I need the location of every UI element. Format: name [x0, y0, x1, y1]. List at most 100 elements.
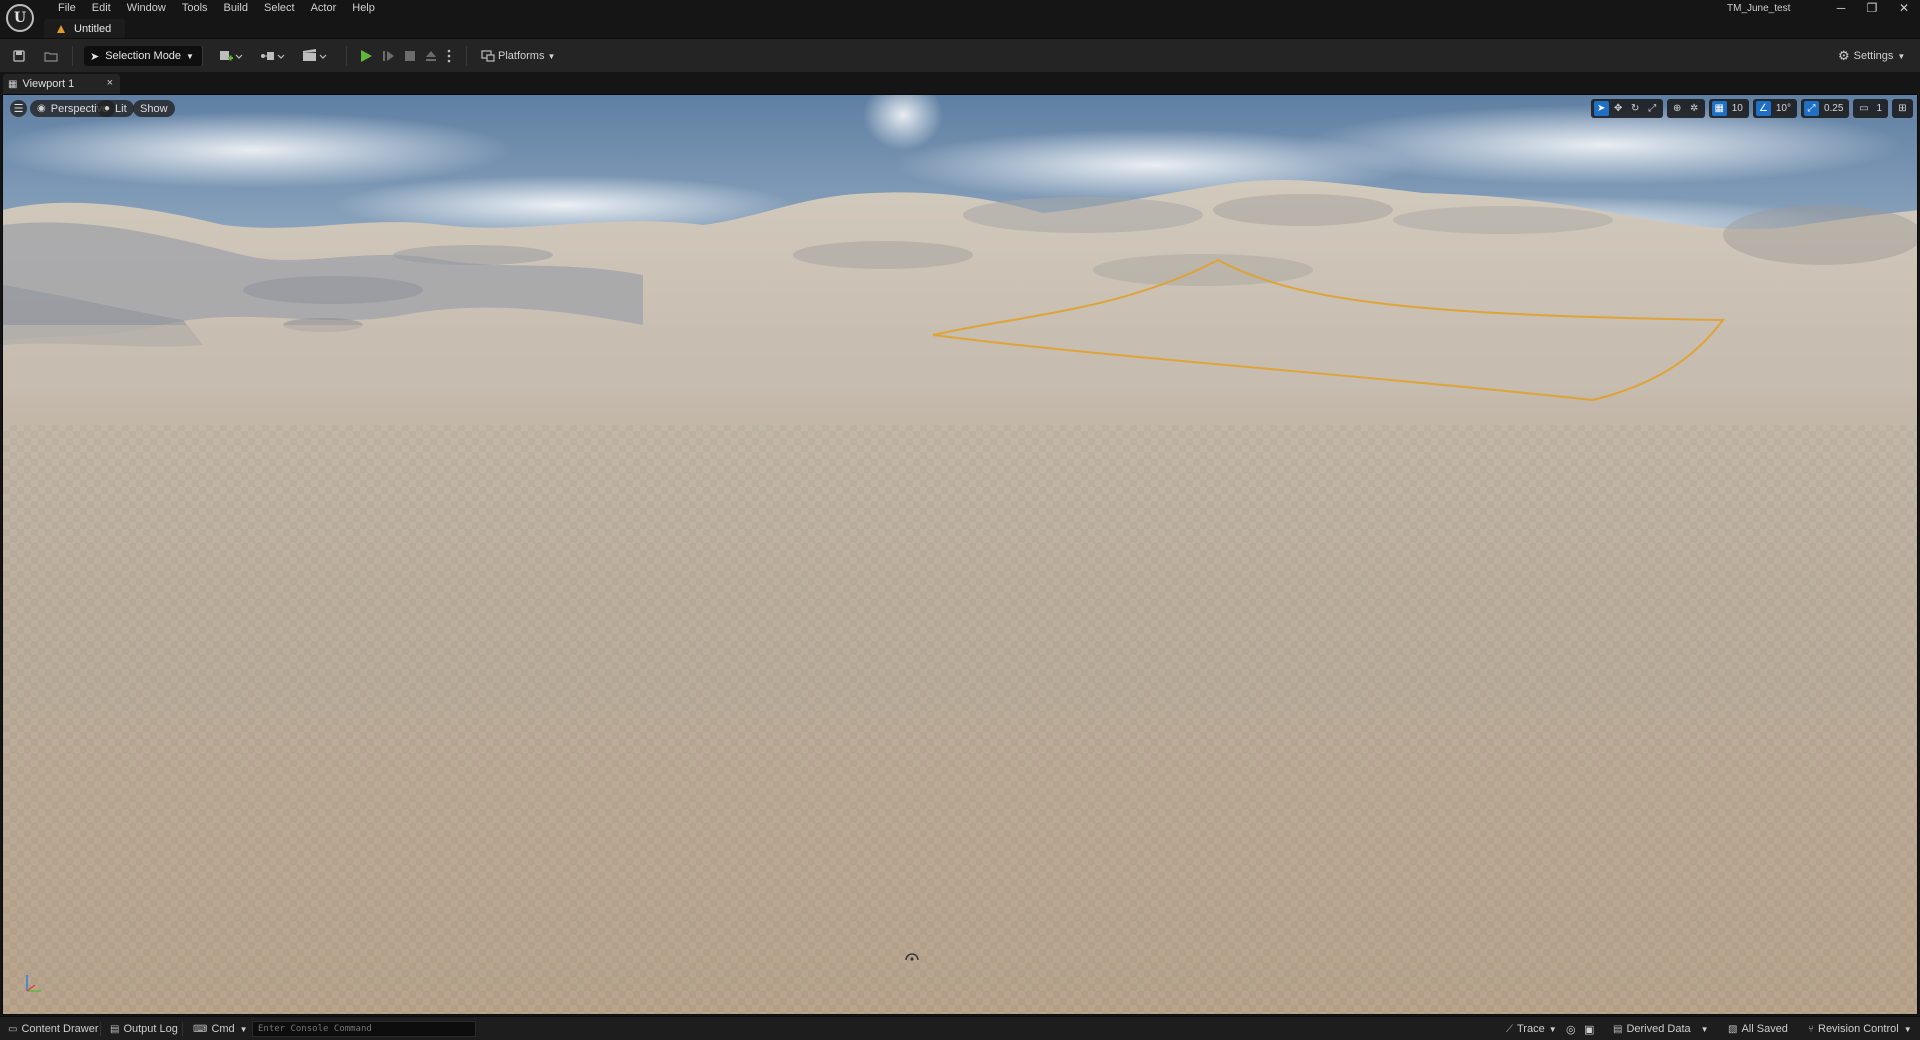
content-drawer-button[interactable]: ▭ Content Drawer	[8, 1021, 99, 1037]
settings-dropdown[interactable]: ⚙ Settings ▼	[1838, 47, 1905, 65]
selection-mode-dropdown[interactable]: ➤ Selection Mode ▼	[84, 46, 202, 66]
revision-control-dropdown[interactable]: ⑂ Revision Control ▼	[1808, 1021, 1912, 1037]
lit-sphere-icon: ●	[104, 103, 111, 114]
gear-icon: ⚙	[1838, 48, 1850, 63]
grid-snap-icon[interactable]: ▦	[1711, 101, 1727, 116]
menu-select[interactable]: Select	[256, 1, 303, 15]
record-icon[interactable]: ◎	[1566, 1021, 1576, 1037]
content-drawer-label: Content Drawer	[21, 1023, 99, 1035]
minimize-button[interactable]: ─	[1828, 1, 1854, 15]
level-viewport[interactable]: ☰ ◉ Perspective ● Lit Show ➤ ✥ ↻ ⤢ ⊕ ✲ ▦…	[2, 94, 1918, 1015]
rotation-snap-value[interactable]: 10°	[1773, 103, 1794, 114]
world-space-icon[interactable]: ⊕	[1670, 101, 1685, 116]
hamburger-icon: ☰	[13, 103, 24, 115]
camera-speed-group: ▭ 1	[1853, 99, 1888, 118]
log-icon: ▤	[110, 1023, 120, 1035]
transform-tools-group: ➤ ✥ ↻ ⤢	[1590, 99, 1663, 118]
save-status[interactable]: ▧ All Saved	[1728, 1021, 1788, 1037]
cinematics-icon[interactable]	[300, 47, 330, 65]
menu-tools[interactable]: Tools	[174, 1, 216, 15]
trace-icon: ⟋	[1506, 1023, 1513, 1035]
platforms-icon	[481, 50, 495, 62]
output-log-button[interactable]: ▤ Output Log	[110, 1021, 178, 1037]
target-icon: ◎	[1566, 1023, 1576, 1036]
scale-tool-icon[interactable]: ⤢	[1645, 101, 1660, 116]
save-icon[interactable]	[10, 47, 28, 65]
project-name: TM_June_test	[1727, 3, 1791, 14]
selection-mode-label: Selection Mode	[105, 50, 182, 62]
cursor-icon: ➤	[90, 50, 100, 63]
saved-icon: ▧	[1728, 1023, 1738, 1035]
camera-icon: ▣	[1584, 1023, 1595, 1036]
lighting-mode-label: Lit	[115, 102, 127, 115]
viewport-tab-label: Viewport 1	[22, 78, 75, 90]
rotate-tool-icon[interactable]: ↻	[1628, 101, 1643, 116]
level-icon	[57, 24, 65, 33]
translate-tool-icon[interactable]: ✥	[1611, 101, 1626, 116]
trace-dropdown[interactable]: ⟋ Trace ▼	[1506, 1021, 1557, 1037]
chevron-down-icon: ▼	[239, 1024, 248, 1034]
cmd-dropdown[interactable]: ⌨ Cmd ▼	[193, 1021, 248, 1037]
screenshot-icon[interactable]: ▣	[1584, 1021, 1594, 1037]
settings-label: Settings	[1853, 50, 1894, 62]
show-label: Show	[140, 102, 168, 115]
play-button[interactable]	[357, 47, 375, 65]
rotation-snap-icon[interactable]: ∠	[1755, 101, 1771, 116]
surface-snap-icon[interactable]: ✲	[1687, 101, 1702, 116]
cmd-label: Cmd	[211, 1023, 235, 1035]
chevron-down-icon: ▼	[547, 51, 556, 61]
close-window-button[interactable]: ✕	[1891, 1, 1917, 15]
viewport-scene	[3, 95, 1917, 1014]
scale-snap-group: ⤢ 0.25	[1800, 99, 1850, 118]
unreal-logo[interactable]: U	[6, 4, 34, 32]
eject-button[interactable]	[422, 47, 440, 65]
menu-edit[interactable]: Edit	[84, 1, 119, 15]
lighting-mode-dropdown[interactable]: ● Lit	[97, 100, 134, 117]
layout-group: ⊞	[1892, 99, 1913, 118]
stop-button[interactable]	[401, 47, 419, 65]
level-tab[interactable]: Untitled	[44, 19, 126, 38]
viewport-options-button[interactable]: ☰	[10, 100, 27, 117]
folder-icon: ▭	[8, 1023, 18, 1035]
select-tool-icon[interactable]: ➤	[1593, 101, 1609, 116]
console-command-input[interactable]	[252, 1021, 476, 1037]
camera-icon[interactable]: ▭	[1856, 101, 1871, 116]
all-saved-label: All Saved	[1741, 1023, 1788, 1035]
database-icon: ▤	[1613, 1023, 1623, 1035]
viewport-layout-icon[interactable]: ⊞	[1895, 101, 1910, 116]
menu-window[interactable]: Window	[119, 1, 174, 15]
menu-build[interactable]: Build	[216, 1, 256, 15]
scale-snap-value[interactable]: 0.25	[1821, 103, 1846, 114]
advance-frame-button[interactable]	[380, 47, 398, 65]
blueprint-icon[interactable]	[258, 47, 288, 65]
play-options-icon[interactable]	[444, 47, 454, 65]
add-actor-icon[interactable]	[216, 47, 246, 65]
revision-control-icon: ⑂	[1808, 1023, 1814, 1035]
content-browser-icon[interactable]	[42, 47, 60, 65]
platforms-dropdown[interactable]: Platforms ▼	[481, 47, 555, 65]
title-bar: U File Edit Window Tools Build Select Ac…	[0, 0, 1920, 38]
scale-snap-icon[interactable]: ⤢	[1803, 101, 1819, 116]
chevron-down-icon: ▼	[186, 51, 194, 61]
derived-data-dropdown[interactable]: ▤ Derived Data ▼	[1613, 1021, 1709, 1037]
restore-button[interactable]: ❐	[1859, 1, 1885, 15]
chevron-down-icon: ▼	[1548, 1024, 1557, 1034]
viewport-transform-toolbar: ➤ ✥ ↻ ⤢ ⊕ ✲ ▦ 10 ∠ 10° ⤢ 0.25 ▭ 1 ⊞	[1590, 99, 1913, 118]
menu-help[interactable]: Help	[344, 1, 383, 15]
rotation-snap-group: ∠ 10°	[1752, 99, 1797, 118]
level-tab-label: Untitled	[74, 22, 112, 35]
output-log-label: Output Log	[123, 1023, 178, 1035]
menu-file[interactable]: File	[50, 1, 84, 15]
derived-data-label: Derived Data	[1626, 1023, 1691, 1035]
viewport-tab[interactable]: ▦ Viewport 1 ×	[3, 74, 120, 94]
show-dropdown[interactable]: Show	[133, 100, 175, 117]
status-bar: ▭ Content Drawer ▤ Output Log ⌨ Cmd ▼ ⟋ …	[0, 1016, 1920, 1040]
grid-snap-group: ▦ 10	[1708, 99, 1749, 118]
chevron-down-icon: ▼	[1903, 1024, 1912, 1034]
menu-actor[interactable]: Actor	[303, 1, 345, 15]
camera-speed-value[interactable]: 1	[1873, 103, 1885, 114]
grid-snap-value[interactable]: 10	[1729, 103, 1746, 114]
viewport-icon: ▦	[8, 78, 18, 90]
close-tab-icon[interactable]: ×	[107, 77, 113, 89]
axis-gizmo	[26, 975, 41, 992]
